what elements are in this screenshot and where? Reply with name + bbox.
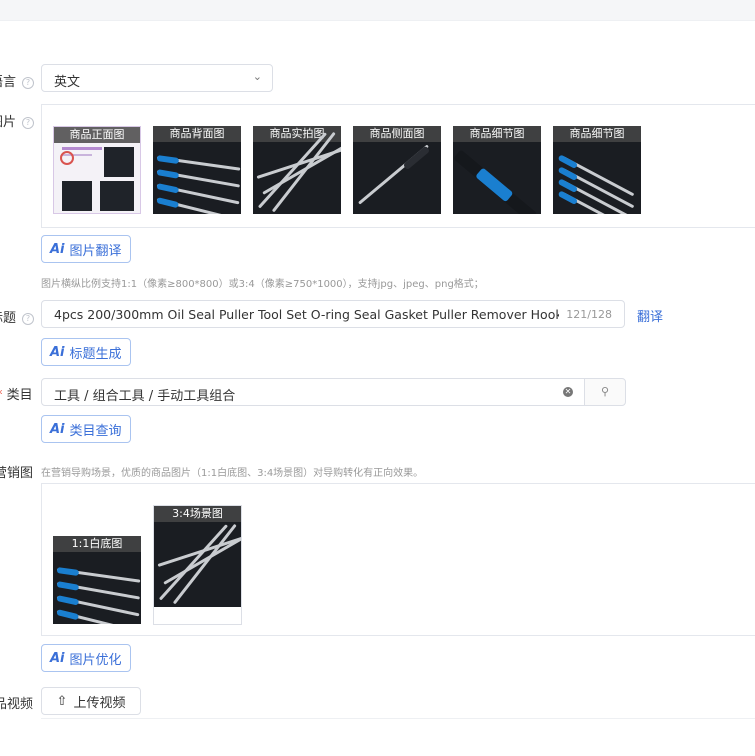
category-search-button[interactable]: ⚲ [584, 378, 626, 406]
product-image-photo[interactable]: 商品实拍图 [253, 126, 341, 214]
image-caption: 商品细节图 [453, 126, 541, 142]
product-image-detail-2[interactable]: 商品细节图 [553, 126, 641, 214]
help-icon[interactable]: ? [22, 313, 35, 325]
marketing-images-label: 营销图 [0, 466, 34, 481]
category-query-button[interactable]: Ai 类目查询 [41, 415, 131, 443]
image-caption: 商品侧面图 [353, 126, 441, 142]
images-label: 图片? [0, 111, 35, 130]
chevron-down-icon: ⌄ [252, 70, 262, 83]
ai-icon: Ai [50, 421, 65, 437]
image-format-hint: 图片横纵比例支持1:1（像素≥800*800）或3:4（像素≥750*1000）… [41, 279, 484, 290]
image-caption: 商品背面图 [153, 126, 241, 142]
language-label: 语言? [0, 71, 35, 90]
category-input[interactable]: 工具 / 组合工具 / 手动工具组合 ✕ [41, 378, 585, 406]
help-icon[interactable]: ? [22, 77, 35, 89]
language-select-value: 英文 [54, 75, 81, 90]
image-caption: 商品正面图 [54, 127, 140, 143]
title-char-count: 121/128 [566, 308, 612, 321]
upload-icon: ⇧ [56, 693, 68, 709]
marketing-image-scene[interactable]: 3:4场景图 [154, 506, 241, 607]
video-label: 品视频 [0, 697, 34, 712]
title-label: 标题? [0, 307, 35, 326]
search-icon: ⚲ [600, 385, 610, 398]
title-generate-button[interactable]: Ai 标题生成 [41, 338, 131, 366]
marketing-images-panel [41, 483, 755, 636]
help-icon[interactable]: ? [22, 117, 35, 129]
language-select[interactable]: 英文 ⌄ [41, 64, 273, 92]
red-circle-icon [60, 151, 74, 165]
category-label: * 类目 [0, 384, 33, 403]
upload-video-button[interactable]: ⇧ 上传视频 [41, 687, 141, 715]
title-input[interactable]: 4pcs 200/300mm Oil Seal Puller Tool Set … [41, 300, 625, 328]
image-caption: 3:4场景图 [154, 506, 241, 522]
ai-icon: Ai [50, 241, 65, 257]
product-image-back[interactable]: 商品背面图 [153, 126, 241, 214]
product-image-detail-1[interactable]: 商品细节图 [453, 126, 541, 214]
image-optimize-button[interactable]: Ai 图片优化 [41, 644, 131, 672]
image-caption: 1:1白底图 [53, 536, 141, 552]
title-input-value: 4pcs 200/300mm Oil Seal Puller Tool Set … [54, 307, 559, 322]
product-image-side[interactable]: 商品侧面图 [353, 126, 441, 214]
category-input-value: 工具 / 组合工具 / 手动工具组合 [54, 389, 236, 404]
product-image-front[interactable]: 商品正面图 [53, 126, 141, 214]
title-translate-link[interactable]: 翻译 [637, 306, 663, 325]
clear-icon[interactable]: ✕ [563, 387, 573, 397]
divider [41, 718, 755, 719]
required-mark: * [0, 388, 3, 403]
ai-icon: Ai [50, 344, 65, 360]
ai-icon: Ai [50, 650, 65, 666]
image-translate-button[interactable]: Ai 图片翻译 [41, 235, 131, 263]
top-bar [0, 0, 755, 21]
marketing-image-white-bg[interactable]: 1:1白底图 [53, 536, 141, 624]
image-caption: 商品细节图 [553, 126, 641, 142]
marketing-hint: 在营销导购场景，优质的商品图片（1:1白底图、3:4场景图）对导购转化有正向效果… [41, 468, 424, 479]
